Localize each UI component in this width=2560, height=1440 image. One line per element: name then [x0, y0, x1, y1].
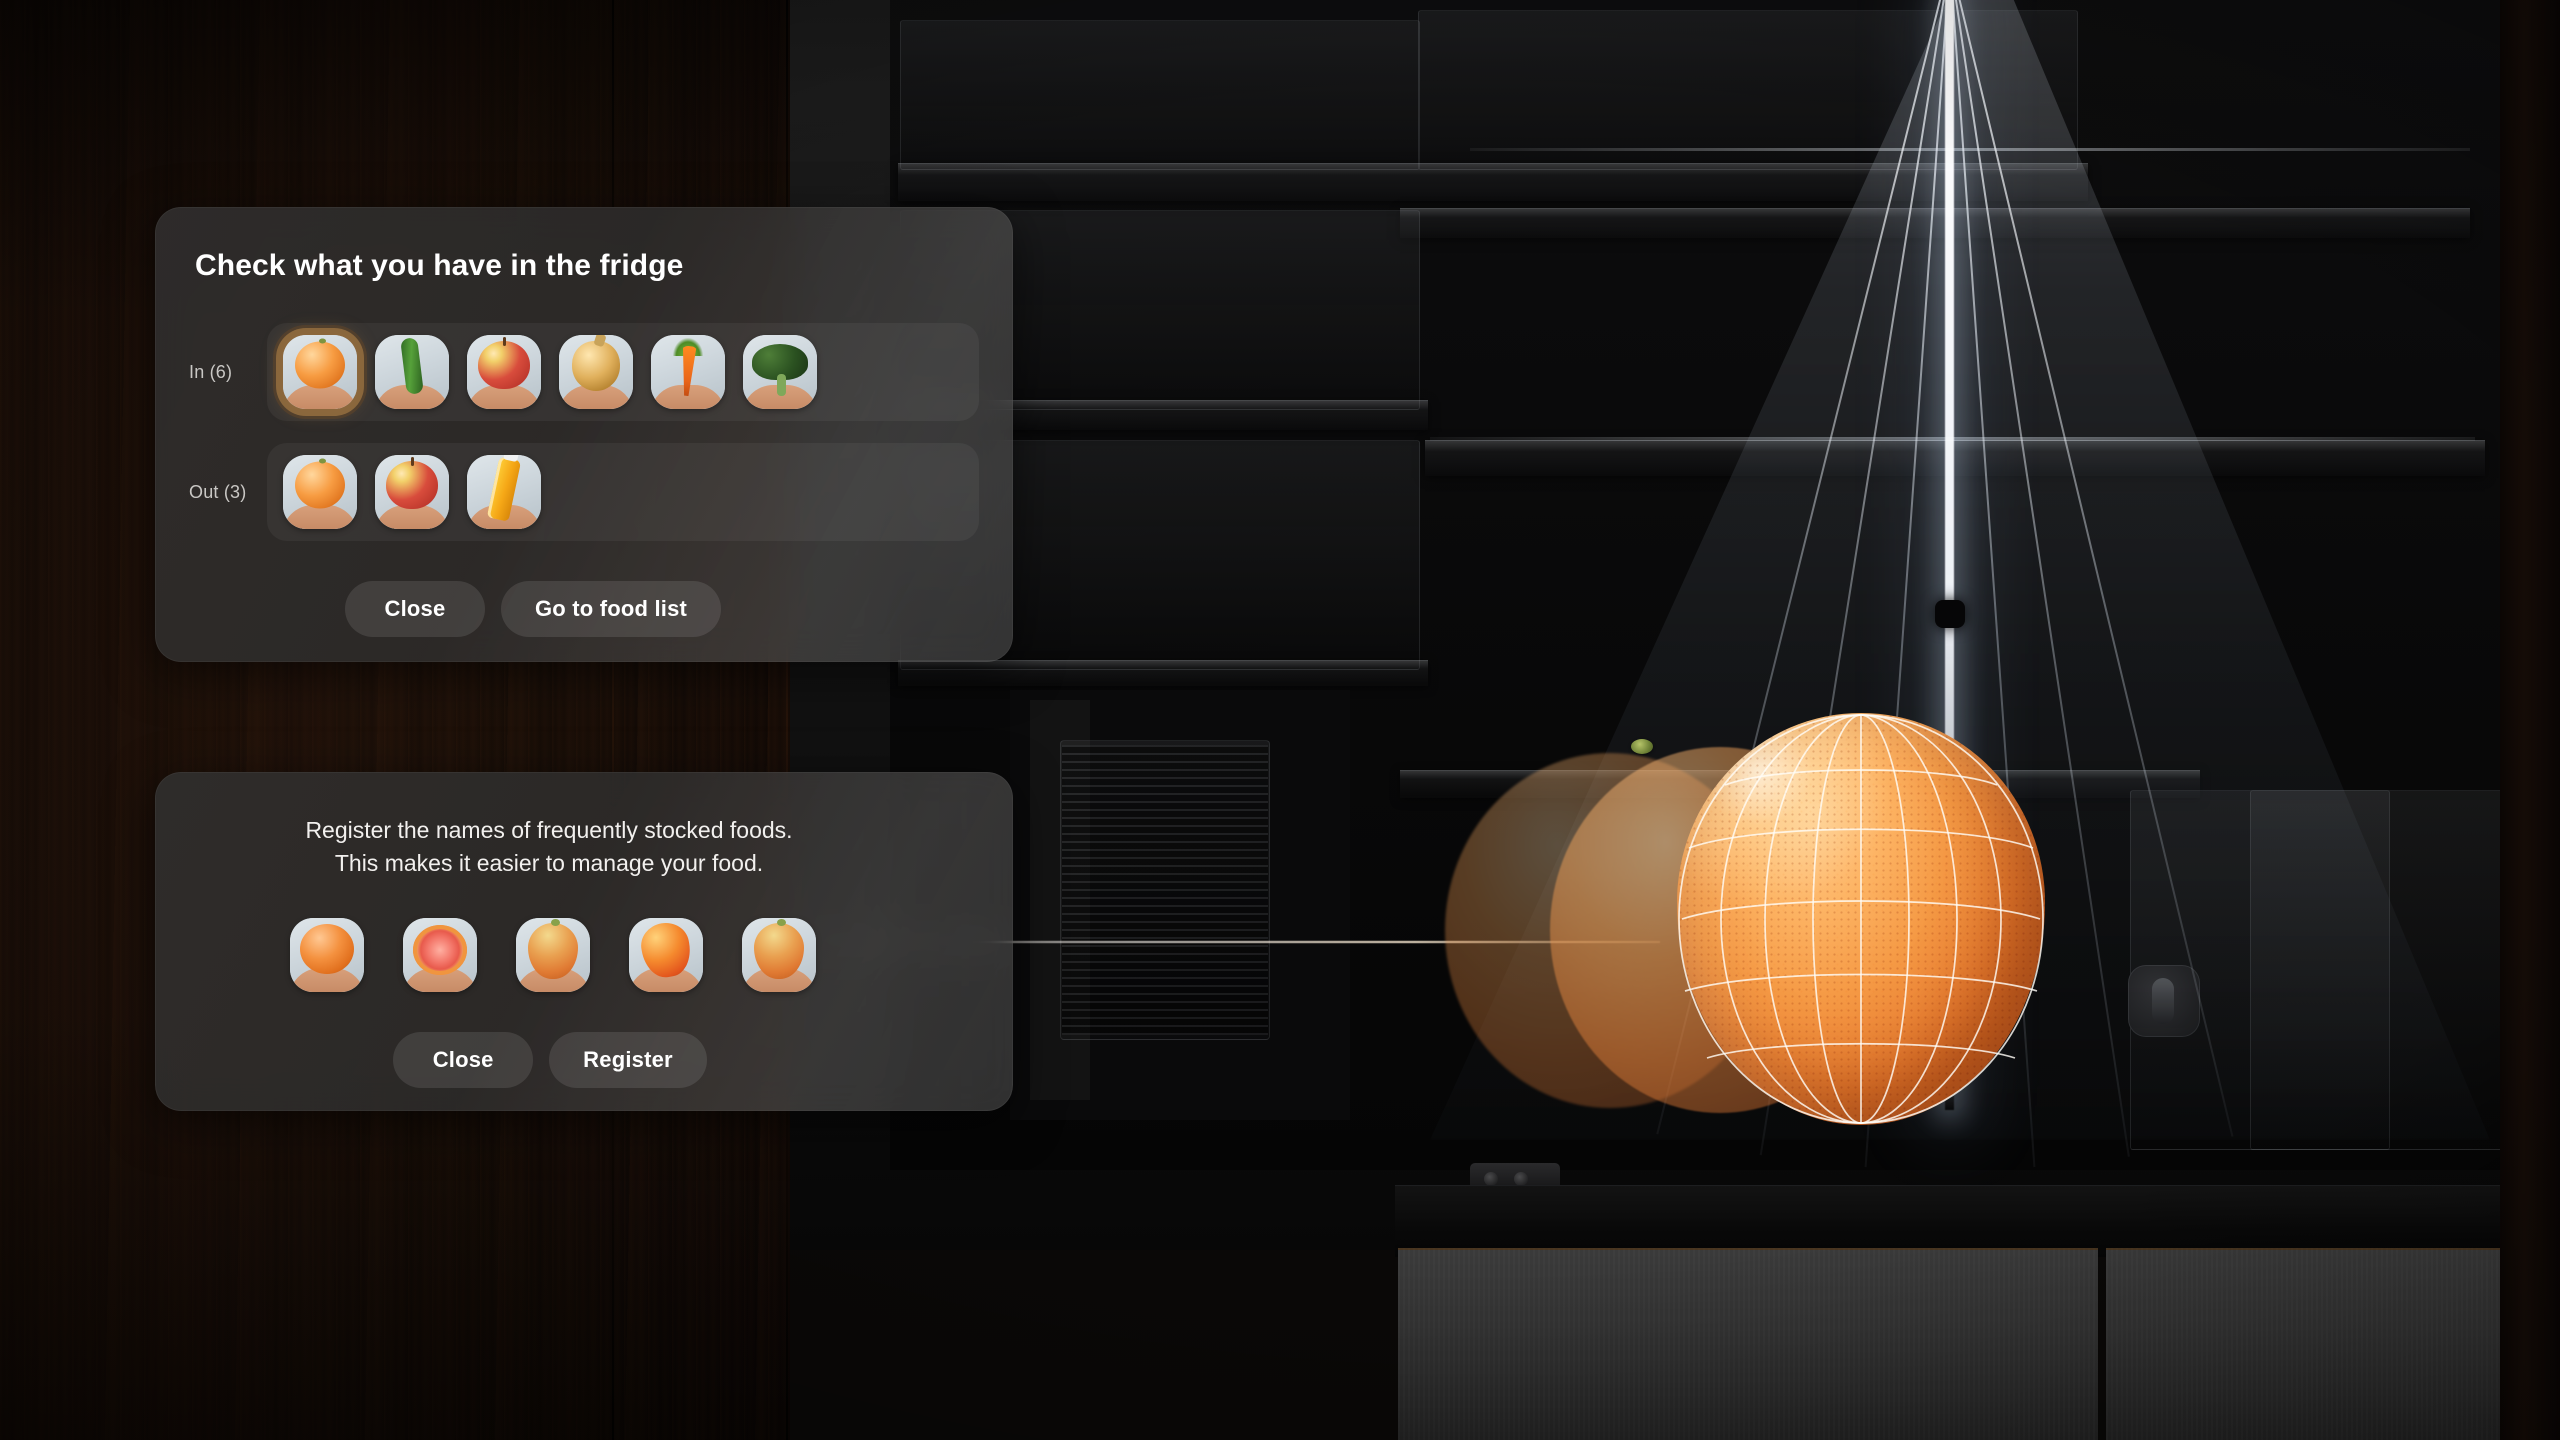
scanner-camera-module [1935, 600, 1965, 628]
orange-wireframe-mesh [1678, 714, 2044, 1124]
register-thumbnail-pomelo[interactable] [742, 918, 816, 992]
go-to-food-list-button[interactable]: Go to food list [500, 581, 722, 637]
inventory-dialog-card: Check what you have in the fridge In (6) [155, 207, 1013, 662]
inventory-row-out: Out (3) [189, 443, 979, 541]
register-thumbnail-grapefruit-halved[interactable] [403, 918, 477, 992]
wood-cabinet-panel-right [2500, 0, 2560, 1440]
shelf-top [898, 163, 2088, 201]
lower-drawer-left[interactable] [1398, 1248, 2098, 1440]
row-strip-in [267, 323, 979, 421]
food-thumbnail-cucumber-in[interactable] [375, 335, 449, 409]
close-button[interactable]: Close [344, 581, 485, 637]
register-thumbnail-row [155, 918, 1013, 992]
shelf-glass-edge-top [1470, 148, 2470, 151]
food-thumbnail-apple-in[interactable] [467, 335, 541, 409]
row-label-out: Out (3) [189, 481, 247, 502]
inventory-card-actions: Close Go to food list [155, 581, 1013, 637]
countertop-surface [1395, 1185, 2560, 1257]
inventory-row-in: In (6) [189, 323, 979, 421]
register-thumbnail-grapefruit[interactable] [516, 918, 590, 992]
close-button-register[interactable]: Close [393, 1032, 534, 1088]
row-strip-out [267, 443, 979, 541]
food-thumbnail-onion-in[interactable] [559, 335, 633, 409]
register-description-line-1: Register the names of frequently stocked… [305, 817, 793, 843]
lower-drawer-right[interactable] [2106, 1248, 2560, 1440]
screen: Check what you have in the fridge In (6) [0, 0, 2560, 1440]
food-thumbnail-broccoli-in[interactable] [743, 335, 817, 409]
door-bin-upper-mid [1418, 10, 2078, 170]
register-card-actions: Close Register [155, 1032, 1013, 1088]
food-thumbnail-carrot-in[interactable] [651, 335, 725, 409]
register-thumbnail-mango[interactable] [629, 918, 703, 992]
food-thumbnail-apple-out[interactable] [375, 455, 449, 529]
register-thumbnail-orange[interactable] [290, 918, 364, 992]
food-thumbnail-juice-out[interactable] [467, 455, 541, 529]
register-description: Register the names of frequently stocked… [155, 814, 1013, 881]
shelf-upper-right [1400, 208, 2470, 238]
shelf-lower-left [898, 660, 1428, 686]
food-thumbnail-orange-out[interactable] [283, 455, 357, 529]
door-bin-upper-left [900, 20, 1420, 170]
page-title: Check what you have in the fridge [195, 249, 684, 282]
food-thumbnail-orange-in[interactable] [283, 335, 357, 409]
register-button[interactable]: Register [549, 1032, 707, 1088]
row-label-in: In (6) [189, 361, 233, 382]
scanned-orange-3d-model [1445, 713, 2245, 1145]
shelf-middle [1425, 440, 2485, 476]
register-description-line-2: This makes it easier to manage your food… [334, 850, 764, 877]
freezer-basket-mesh [1062, 745, 1268, 1035]
register-dialog-card: Register the names of frequently stocked… [155, 772, 1013, 1111]
orange-stem [1631, 739, 1653, 754]
